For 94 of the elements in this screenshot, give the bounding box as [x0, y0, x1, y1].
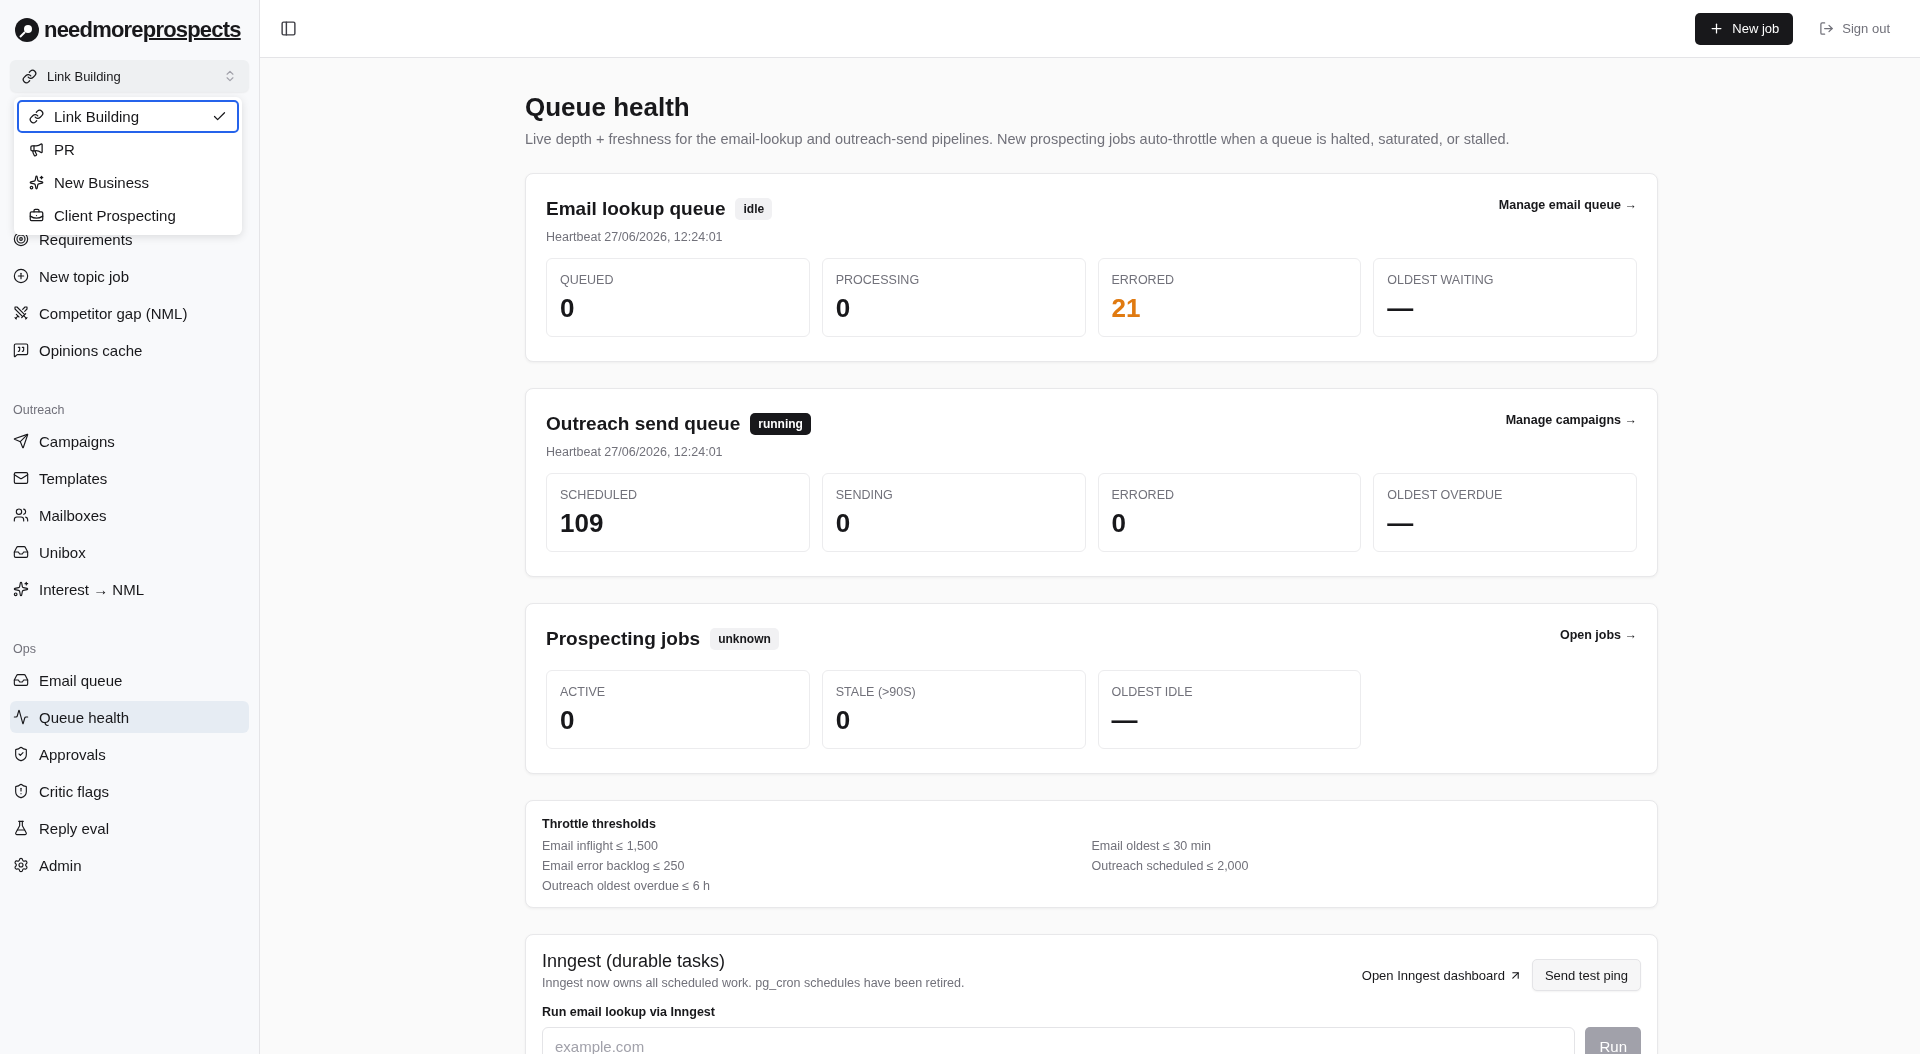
- inbox-icon: [13, 544, 29, 560]
- card-title: Inngest (durable tasks): [542, 951, 727, 972]
- stat-label: OLDEST OVERDUE: [1387, 488, 1504, 502]
- stat-value: 0: [1111, 508, 1127, 539]
- nav-item[interactable]: Campaigns: [10, 425, 249, 457]
- nav-item[interactable]: Email queue: [10, 664, 249, 696]
- plus-icon: [1709, 21, 1725, 36]
- quote-bubble-icon: [13, 342, 29, 358]
- card-title: Outreach send queue: [546, 413, 741, 435]
- stat-value: —: [1387, 293, 1415, 324]
- stat-label: OLDEST IDLE: [1111, 685, 1194, 699]
- dashboard-link[interactable]: Open Inngest dashboard: [1361, 967, 1522, 983]
- briefcase-icon: [29, 208, 44, 223]
- brand-name: needmoreprospects: [44, 17, 241, 43]
- card-subtitle: Inngest now owns all scheduled work. pg_cron schedules have been retired.: [542, 976, 965, 990]
- target-icon: [13, 231, 29, 247]
- stat-value: 0: [560, 705, 576, 736]
- sign-out-icon: [1819, 21, 1835, 36]
- megaphone-icon: [29, 142, 44, 157]
- nav-item[interactable]: Competitor gap (NML): [10, 297, 249, 329]
- logo-icon: [14, 17, 40, 43]
- settings-icon: [13, 857, 29, 873]
- workspace-option[interactable]: Link Building: [17, 100, 239, 133]
- nav-item[interactable]: Templates: [10, 462, 249, 494]
- threshold-text: Email error backlog ≤ 250: [542, 859, 686, 873]
- threshold-text: Outreach scheduled ≤ 2,000: [1091, 859, 1250, 873]
- stat-label: OLDEST WAITING: [1387, 273, 1495, 287]
- threshold-text: Email oldest ≤ 30 min: [1091, 839, 1212, 853]
- threshold-text: Outreach oldest overdue ≤ 6 h: [542, 879, 712, 893]
- stat-label: SENDING: [835, 488, 894, 502]
- activity-icon: [13, 709, 29, 725]
- sign-out-button[interactable]: Sign out: [1813, 20, 1896, 37]
- status-badge: idle: [735, 198, 773, 220]
- card-title: Email lookup queue: [546, 198, 726, 220]
- stat-label: ERRORED: [1111, 273, 1175, 287]
- status-badge: unknown: [710, 628, 779, 650]
- swords-icon: [13, 305, 29, 321]
- stat-value: 0: [835, 508, 852, 539]
- flask-icon: [13, 820, 29, 836]
- card-title: Prospecting jobs: [546, 628, 701, 650]
- stat-value: 0: [835, 705, 852, 736]
- card-link[interactable]: Manage email queue →: [1498, 198, 1637, 212]
- nav-item[interactable]: Opinions cache: [10, 334, 249, 366]
- inbox-icon: [13, 672, 29, 688]
- stat-value: 0: [560, 293, 576, 324]
- users-icon: [13, 507, 29, 523]
- mail-icon: [13, 470, 29, 486]
- test-ping-button[interactable]: Send test ping: [1531, 959, 1641, 991]
- thresholds-title: Throttle thresholds: [542, 817, 657, 831]
- stat-value: 21: [1111, 293, 1142, 324]
- new-job-button[interactable]: New job: [1695, 12, 1794, 45]
- card-link[interactable]: Open jobs →: [1559, 628, 1637, 642]
- plus-circle-icon: [13, 268, 29, 284]
- workspace-option[interactable]: New Business: [17, 166, 239, 199]
- heartbeat-text: Heartbeat 27/06/2026, 12:24:01: [546, 230, 724, 244]
- nav-heading: Ops: [12, 642, 37, 656]
- field-label: Run email lookup via Inngest: [542, 1005, 716, 1019]
- nav-item[interactable]: Critic flags: [10, 775, 249, 807]
- heartbeat-text: Heartbeat 27/06/2026, 12:24:01: [546, 445, 724, 459]
- stat-label: STALE (>90S): [835, 685, 917, 699]
- nav-item[interactable]: Reply eval: [10, 812, 249, 844]
- card-link[interactable]: Manage campaigns →: [1505, 413, 1637, 427]
- workspace-option[interactable]: PR: [17, 133, 239, 166]
- status-badge: running: [750, 413, 811, 435]
- nav-item[interactable]: Unibox: [10, 536, 249, 568]
- nav-heading: Outreach: [12, 403, 66, 417]
- stat-label: SCHEDULED: [560, 488, 639, 502]
- stat-label: ERRORED: [1111, 488, 1175, 502]
- stat-value: 0: [835, 293, 852, 324]
- shield-check-icon: [13, 746, 29, 762]
- workspace-switcher[interactable]: Link Building: [10, 60, 249, 92]
- paper-plane-icon: [13, 433, 29, 449]
- page-title: Queue health: [525, 92, 691, 123]
- nav-item[interactable]: Interest → NML: [10, 573, 249, 605]
- stat-value: —: [1111, 705, 1139, 736]
- sparkles-icon: [29, 175, 44, 190]
- link-icon: [22, 68, 37, 84]
- stat-label: ACTIVE: [560, 685, 607, 699]
- link-icon: [29, 109, 44, 124]
- stat-value: 109: [560, 508, 605, 539]
- nav-item[interactable]: Admin: [10, 849, 249, 881]
- threshold-text: Email inflight ≤ 1,500: [542, 839, 659, 853]
- sidebar-toggle-icon[interactable]: [280, 20, 297, 37]
- nav-item[interactable]: New topic job: [10, 260, 249, 292]
- nav-item[interactable]: Mailboxes: [10, 499, 249, 531]
- stat-label: PROCESSING: [835, 273, 921, 287]
- nav-item[interactable]: Approvals: [10, 738, 249, 770]
- stat-label: QUEUED: [560, 273, 615, 287]
- domain-input-field[interactable]: example.com: [542, 1027, 1576, 1054]
- nav-item[interactable]: Queue health: [10, 701, 249, 733]
- stat-value: —: [1387, 508, 1415, 539]
- sparkles-icon: [13, 581, 29, 597]
- page-subtitle: Live depth + freshness for the email-lookup and outreach-send pipelines. New prospecting jobs auto-throttle when a queue is halted, saturated, or stalled.: [525, 131, 1511, 147]
- shield-alert-icon: [13, 783, 29, 799]
